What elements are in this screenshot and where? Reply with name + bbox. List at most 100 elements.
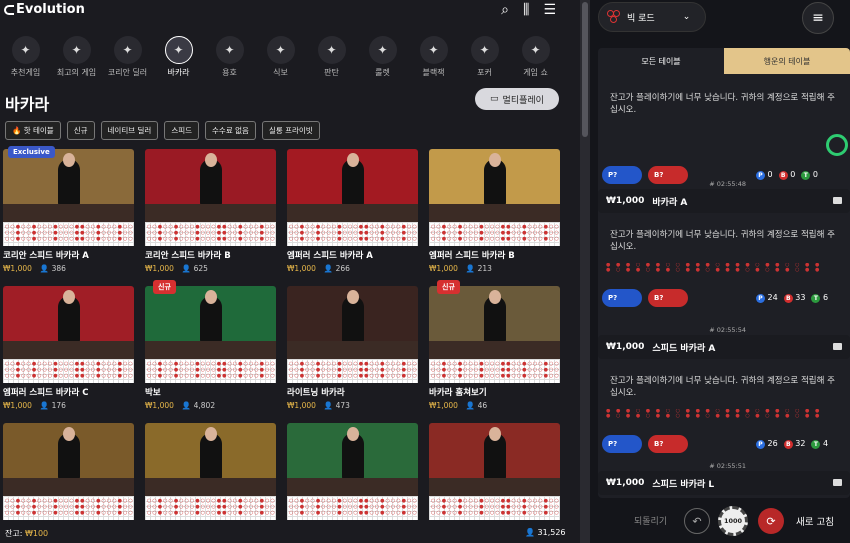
bead-road: ○○●○○●○○○●○○○●●○○●○○○●○○ ○○●○○●○○○●○○○●●○…: [287, 359, 418, 383]
category-10[interactable]: ✦ 게임 쇼: [510, 36, 561, 82]
menu-icon[interactable]: ☰: [543, 2, 556, 18]
filter-chip[interactable]: 네이티브 딜러: [100, 121, 159, 140]
filter-chip[interactable]: 수수료 없음: [205, 121, 256, 140]
game-name: 바카라 훔쳐보기: [429, 388, 487, 398]
fantan-icon: ✦: [317, 36, 346, 64]
big-road: ● ● ● ○ ● ● ○ ○ ● ● ● ○ ● ● ● ○ ● ● ○ ○ …: [606, 263, 822, 273]
game-card[interactable]: ○○●○○●○○○●○○○●●○○●○○○●○○ ○○●○○●○○○●○○○●●○…: [3, 286, 134, 423]
game-card[interactable]: 신규 ○○●○○●○○○●○○○●●○○●○○○●○○ ○○●○○●○○○●○○○●…: [145, 280, 276, 423]
dice-icon: ✦: [266, 36, 295, 64]
roulette-icon: ✦: [368, 36, 397, 64]
category-5[interactable]: ✦ 식보: [255, 36, 306, 82]
filter-chip[interactable]: 실롱 프라이빗: [261, 121, 320, 140]
road-logo-icon: [607, 10, 621, 24]
dealer-thumbnail: [429, 423, 560, 496]
bead-road: ○○●○○●○○○●○○○●●○○●○○○●○○ ○○●○○●○○○●○○○●●○…: [3, 359, 134, 383]
category-label: 식보: [273, 68, 288, 77]
tab-lucky-tables[interactable]: 행운의 테이블: [724, 48, 850, 74]
min-bet: ₩1,000: [145, 401, 174, 410]
category-2[interactable]: ✦ 코리안 딜러: [102, 36, 153, 82]
bead-road: ○○●○○●○○○●○○○●●○○●○○○●○○ ○○●○○●○○○●○○○●●○…: [287, 496, 418, 520]
player-count: 👤 4,802: [181, 401, 216, 410]
table-name: 스피드 바카라 A: [652, 343, 716, 354]
dealer-thumbnail: [429, 286, 560, 359]
category-label: 룰렛: [375, 68, 390, 77]
category-4[interactable]: ✦ 용호: [204, 36, 255, 82]
result-stats: P 24 B 33 T 6: [756, 293, 828, 303]
road-selector[interactable]: 빅 로드 ⌄: [598, 2, 706, 32]
balance: 잔고: ₩100: [5, 529, 49, 538]
low-balance-warning: 잔고가 플레이하기에 너무 낮습니다. 귀하의 계정으로 적립해 주십시오.: [610, 93, 835, 115]
banker-predict-chip[interactable]: B?: [648, 289, 688, 307]
game-card[interactable]: ○○●○○●○○○●○○○●●○○●○○○●○○ ○○●○○●○○○●○○○●●○…: [287, 149, 418, 286]
player-predict-chip[interactable]: P?: [602, 289, 642, 307]
filter-chip[interactable]: 신규: [66, 121, 95, 140]
result-stats: P 0 B 0 T 0: [756, 170, 818, 180]
filter-chip[interactable]: 🔥 핫 테이블: [5, 121, 61, 140]
dealer-thumbnail: [3, 423, 134, 496]
player-count: 👤 176: [39, 401, 66, 410]
player-count: 👤 386: [39, 264, 66, 273]
game-card[interactable]: ○○●○○●○○○●○○○●●○○●○○○●○○ ○○●○○●○○○●○○○●●○…: [429, 149, 560, 286]
game-card[interactable]: ○○●○○●○○○●○○○●●○○●○○○●○○ ○○●○○●○○○●○○○●●○…: [145, 423, 276, 543]
category-7[interactable]: ✦ 룰렛: [357, 36, 408, 82]
chevron-down-icon: ⌄: [682, 12, 691, 22]
undo-button[interactable]: ↶: [684, 508, 710, 534]
camera-icon[interactable]: [833, 343, 842, 350]
low-balance-warning: 잔고가 플레이하기에 너무 낮습니다. 귀하의 계정으로 적립해 주십시오.: [610, 230, 835, 252]
game-name: 라이트닝 바카라: [287, 388, 345, 398]
game-name: 엠퍼러 스피드 바카라 B: [429, 251, 515, 261]
chip-1000[interactable]: 1000: [718, 506, 748, 536]
game-card[interactable]: ○○●○○●○○○●○○○●●○○●○○○●○○ ○○●○○●○○○●○○○●●○…: [429, 423, 560, 543]
banker-predict-chip[interactable]: B?: [648, 166, 688, 184]
bead-road: ○○●○○●○○○●○○○●●○○●○○○●○○ ○○●○○●○○○●○○○●●○…: [429, 222, 560, 246]
table-row[interactable]: ₩1,000 스피드 바카라 A # 02:55:54: [598, 326, 850, 359]
table-bet: ₩1,000: [606, 196, 645, 206]
card-badge: Exclusive: [8, 146, 55, 158]
result-stats: P 26 B 32 T 4: [756, 439, 828, 449]
min-bet: ₩1,000: [429, 401, 458, 410]
category-3[interactable]: ✦ 바카라: [153, 36, 204, 82]
table-row[interactable]: ₩1,000 스피드 바카라 L # 02:55:51: [598, 462, 850, 495]
game-card[interactable]: ○○●○○●○○○●○○○●●○○●○○○●○○ ○○●○○●○○○●○○○●●○…: [145, 149, 276, 286]
dragon-icon: ✦: [215, 36, 244, 64]
bead-road: ○○●○○●○○○●○○○●●○○●○○○●○○ ○○●○○●○○○●○○○●●○…: [429, 496, 560, 520]
lobby-panel: Evolution ⌕ ⫼ ☰ ✦ 추천게임 ✦ 최고의 게임 ✦ 코리안 딜러 ✦ 바카라 ✦…: [0, 0, 580, 543]
scrollbar-thumb[interactable]: [582, 2, 588, 137]
player-predict-chip[interactable]: P?: [602, 435, 642, 453]
category-label: 포커: [477, 68, 492, 77]
menu-button[interactable]: ≡: [802, 2, 834, 34]
player-predict-chip[interactable]: P?: [602, 166, 642, 184]
refresh-button[interactable]: ⟳: [758, 508, 784, 534]
tab-all-tables[interactable]: 모든 테이블: [598, 48, 724, 74]
category-1[interactable]: ✦ 최고의 게임: [51, 36, 102, 82]
game-grid: Exclusive ○○●○○●○○○●○○○●●○○●○○○●○○ ○○●○○●○…: [3, 146, 560, 543]
game-card[interactable]: ○○●○○●○○○●○○○●●○○●○○○●○○ ○○●○○●○○○●○○○●●○…: [287, 423, 418, 543]
dealer-thumbnail: [3, 286, 134, 359]
table-row[interactable]: ₩1,000 바카라 A # 02:55:48: [598, 180, 850, 213]
library-icon[interactable]: ⫼: [523, 2, 529, 18]
category-0[interactable]: ✦ 추천게임: [0, 36, 51, 82]
filter-chip[interactable]: 스피드: [164, 121, 200, 140]
category-6[interactable]: ✦ 판탄: [306, 36, 357, 82]
category-8[interactable]: ✦ 블랙잭: [408, 36, 459, 82]
bead-road: ○○●○○●○○○●○○○●●○○●○○○●○○ ○○●○○●○○○●○○○●●○…: [3, 496, 134, 520]
dealer-thumbnail: [145, 423, 276, 496]
game-card[interactable]: ○○●○○●○○○●○○○●●○○●○○○●○○ ○○●○○●○○○●○○○●●○…: [287, 286, 418, 423]
camera-icon[interactable]: [833, 479, 842, 486]
game-card[interactable]: Exclusive ○○●○○●○○○●○○○●●○○●○○○●○○ ○○●○○●○…: [3, 146, 134, 286]
game-card[interactable]: ○○●○○●○○○●○○○●●○○●○○○●○○ ○○●○○●○○○●○○○●●○…: [3, 423, 134, 543]
category-9[interactable]: ✦ 포커: [459, 36, 510, 82]
dealer-thumbnail: [287, 286, 418, 359]
camera-icon[interactable]: [833, 197, 842, 204]
game-card[interactable]: 신규 ○○●○○●○○○●○○○●●○○●○○○●○○ ○○●○○●○○○●○○○●…: [429, 280, 560, 423]
search-icon[interactable]: ⌕: [501, 2, 509, 18]
multiplay-button[interactable]: ▭ 멀티플레이: [475, 88, 559, 110]
round-id: # 02:55:48: [709, 180, 746, 188]
banker-predict-chip[interactable]: B?: [648, 435, 688, 453]
player-count: 👤 625: [181, 264, 208, 273]
game-name: 박보: [145, 388, 161, 398]
dealer-thumbnail: [145, 149, 276, 222]
player-count: 👤 213: [465, 264, 492, 273]
category-label: 최고의 게임: [56, 68, 97, 77]
